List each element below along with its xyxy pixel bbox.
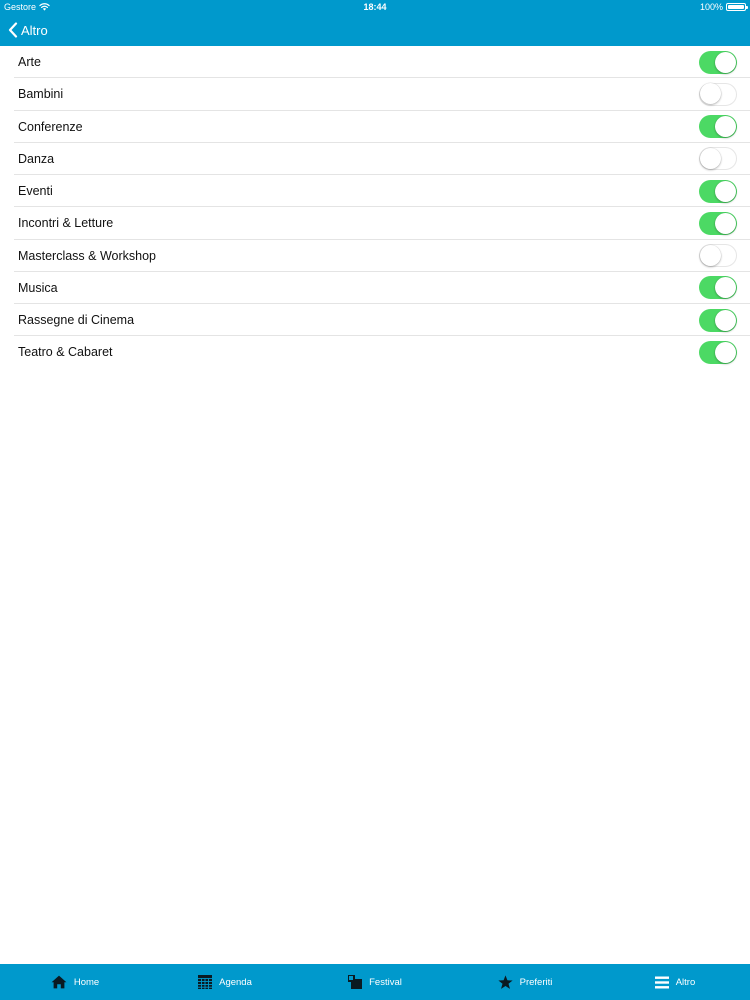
battery-icon	[726, 3, 748, 11]
category-toggle[interactable]	[699, 82, 737, 106]
menu-icon	[654, 976, 669, 989]
toggle-knob	[700, 83, 721, 105]
list-item: Bambini	[0, 78, 750, 111]
tab-label: Festival	[369, 976, 402, 988]
festival-icon	[348, 975, 363, 989]
toggle-knob	[715, 341, 736, 363]
category-toggle[interactable]	[699, 244, 737, 268]
home-icon	[51, 975, 67, 989]
back-button[interactable]: Altro	[8, 20, 48, 40]
toggle-knob	[715, 212, 736, 234]
tab-altro[interactable]: Altro	[600, 964, 750, 1000]
list-item: Eventi	[0, 175, 750, 208]
category-label: Teatro & Cabaret	[18, 345, 113, 360]
category-toggle[interactable]	[699, 340, 737, 364]
back-label: Altro	[21, 22, 48, 38]
category-label: Bambini	[18, 87, 64, 102]
toggle-knob	[715, 277, 736, 299]
toggle-knob	[715, 51, 736, 73]
category-toggle[interactable]	[699, 308, 737, 332]
toggle-knob	[700, 244, 721, 266]
list-item: Musica	[0, 272, 750, 305]
category-label: Rassegne di Cinema	[18, 313, 135, 328]
tab-label: Home	[73, 976, 100, 988]
status-time: 18:44	[363, 2, 387, 12]
category-label: Arte	[18, 55, 41, 70]
tab-label: Agenda	[219, 976, 252, 988]
tab-festival[interactable]: Festival	[300, 964, 450, 1000]
category-toggle[interactable]	[699, 276, 737, 300]
battery-percent: 100%	[699, 2, 723, 12]
toggle-knob	[715, 180, 736, 202]
list-item: Conferenze	[0, 111, 750, 144]
tab-label: Altro	[675, 976, 696, 988]
category-toggle[interactable]	[699, 211, 737, 235]
tab-label: Preferiti	[519, 976, 553, 988]
tab-bar: Home Agenda Festival Preferiti Altro	[0, 964, 750, 1000]
category-label: Conferenze	[18, 119, 83, 134]
list-item: Incontri & Letture	[0, 207, 750, 240]
category-label: Masterclass & Workshop	[18, 248, 157, 263]
category-toggle[interactable]	[699, 50, 737, 74]
category-toggle[interactable]	[699, 147, 737, 171]
list-item: Masterclass & Workshop	[0, 240, 750, 273]
category-label: Musica	[18, 280, 58, 295]
list-item: Rassegne di Cinema	[0, 304, 750, 337]
toggle-knob	[700, 147, 721, 169]
header: Gestore 18:44 100% Altro	[0, 0, 750, 46]
category-toggle[interactable]	[699, 115, 737, 139]
toggle-knob	[715, 116, 736, 138]
category-label: Eventi	[18, 184, 53, 199]
toggle-knob	[715, 309, 736, 331]
category-label: Danza	[18, 151, 55, 166]
calendar-grid-icon	[198, 975, 213, 989]
list-item: Arte	[0, 46, 750, 79]
list-item: Danza	[0, 143, 750, 176]
tab-home[interactable]: Home	[0, 964, 150, 1000]
category-list: Arte Bambini Conferenze Danza Eventi Inc…	[0, 46, 750, 369]
tab-preferiti[interactable]: Preferiti	[450, 964, 600, 1000]
category-label: Incontri & Letture	[18, 216, 114, 231]
status-bar: Gestore 18:44 100%	[0, 0, 750, 14]
chevron-left-icon	[8, 22, 18, 38]
category-toggle[interactable]	[699, 179, 737, 203]
tab-agenda[interactable]: Agenda	[150, 964, 300, 1000]
star-icon	[498, 974, 513, 990]
list-item: Teatro & Cabaret	[0, 336, 750, 368]
status-battery: 100%	[699, 0, 748, 14]
nav-bar: Altro	[0, 14, 750, 46]
